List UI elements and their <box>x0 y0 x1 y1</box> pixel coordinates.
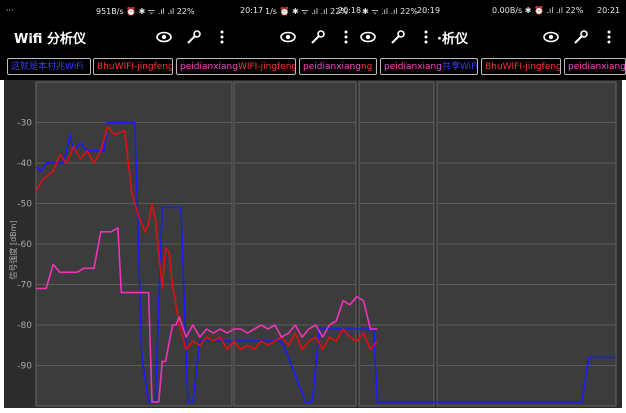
status-time-3: 20:19 <box>417 6 441 15</box>
tab-network-2[interactable]: BhuWIFI-jingfeng <box>93 58 173 75</box>
y-tick-label: -30 <box>17 119 32 129</box>
signal-strength-chart: -30 -40 -50 -60 -70 -80 -90 信号强度 [dBm] <box>4 80 622 408</box>
tab-network-3-label-b: WIFI-jingfeng <box>237 62 296 72</box>
y-tick-label: -80 <box>17 321 32 331</box>
tab-network-1[interactable]: 这就是本村兆WiFi <box>7 58 91 75</box>
tab-network-7[interactable]: peidianxiang <box>564 58 626 75</box>
tab-network-4-label-b: ng <box>360 62 373 72</box>
y-tick-label: -90 <box>17 362 32 372</box>
tab-network-6[interactable]: BhuWIFI-jingfeng <box>481 58 561 75</box>
app-bar: Wifi 分析仪 ·析仪 <box>0 20 626 54</box>
wrench-icon[interactable] <box>310 29 326 45</box>
tab-network-4[interactable]: peidianxiangng <box>299 58 377 75</box>
more-icon[interactable] <box>601 29 617 45</box>
wrench-icon[interactable] <box>573 29 589 45</box>
tab-network-5[interactable]: peidianxiang共享WiFi <box>380 58 478 75</box>
status-time-4: 20:21 <box>597 6 621 15</box>
screenshot-frame: ··· 951B/s ⏰ ✱ ᯤ .ıl .ıl 22% 20:17 1/s ⏰… <box>0 0 626 413</box>
tab-network-5-label-b: 共享WiFi <box>441 62 478 72</box>
tab-network-2-label: BhuWIFI-jingfeng <box>97 62 173 72</box>
y-tick-label: -50 <box>17 200 32 210</box>
wrench-icon[interactable] <box>390 29 406 45</box>
network-tab-strip: 这就是本村兆WiFi BhuWIFI-jingfeng peidianxiang… <box>0 54 626 80</box>
eye-icon[interactable] <box>543 29 559 45</box>
status-seg-3: ✱ ᯤ .ıl .ıl 22% <box>362 7 418 16</box>
tab-network-3[interactable]: peidianxiangWIFI-jingfeng <box>176 58 296 75</box>
app-title: Wifi 分析仪 <box>14 32 86 47</box>
status-time-2: 20:18 <box>338 6 362 15</box>
status-seg-2: 1/s ⏰ ✱ ᯤ .ıl .ıl 22% <box>265 7 348 16</box>
tab-network-5-label: peidianxiang <box>384 62 442 72</box>
tab-network-7-label: peidianxiang <box>568 62 626 72</box>
app-title-partial: ·析仪 <box>437 32 468 47</box>
eye-icon[interactable] <box>360 29 376 45</box>
wrench-icon[interactable] <box>186 29 202 45</box>
tab-network-1-label: 这就是本村兆WiFi <box>11 62 84 72</box>
y-tick-label: -60 <box>17 240 32 250</box>
tab-network-4-label: peidianxiang <box>303 62 361 72</box>
y-tick-label: -40 <box>17 159 32 169</box>
more-icon[interactable] <box>338 29 354 45</box>
y-tick-label: -70 <box>17 281 32 291</box>
eye-icon[interactable] <box>280 29 296 45</box>
more-icon[interactable] <box>214 29 230 45</box>
status-seg-4: 0.00B/s ✱ ⏰ .ıl .ıl 22% <box>492 6 584 15</box>
more-icon[interactable] <box>418 29 434 45</box>
status-dots: ··· <box>6 6 14 15</box>
tab-network-6-label: BhuWIFI-jingfeng <box>485 62 561 72</box>
signal-chart-svg: -30 -40 -50 -60 -70 -80 -90 信号强度 [dBm] <box>8 81 617 407</box>
status-time-1: 20:17 <box>240 6 264 15</box>
status-seg-1: 951B/s ⏰ ✱ ᯤ .ıl .ıl 22% <box>96 7 195 16</box>
eye-icon[interactable] <box>156 29 172 45</box>
status-bar: ··· 951B/s ⏰ ✱ ᯤ .ıl .ıl 22% 20:17 1/s ⏰… <box>0 0 626 20</box>
y-axis-label: 信号强度 [dBm] <box>8 220 18 279</box>
tab-network-3-label: peidianxiang <box>180 62 238 72</box>
